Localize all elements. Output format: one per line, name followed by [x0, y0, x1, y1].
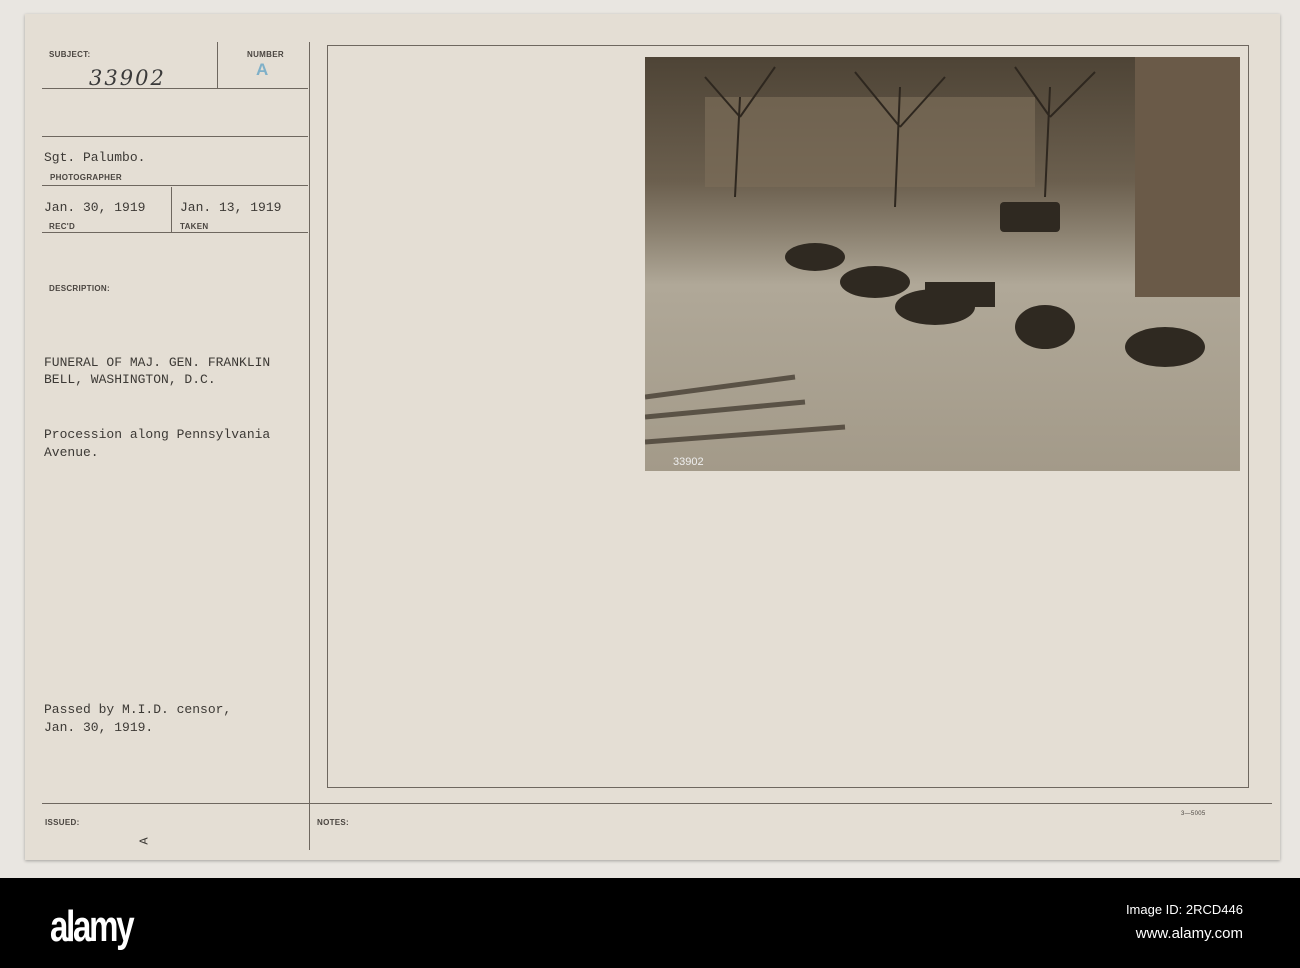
number-stamp: A: [256, 60, 269, 79]
description-title: FUNERAL OF MAJ. GEN. FRANKLIN BELL, WASH…: [44, 355, 271, 387]
form-number: 3—5005: [1181, 811, 1206, 817]
divider: [42, 136, 308, 137]
divider: [42, 803, 1272, 804]
photo-scene: 33902: [645, 57, 1240, 468]
divider: [42, 185, 308, 186]
subject-number: 33902: [89, 66, 166, 90]
alamy-url[interactable]: www.alamy.com: [1136, 925, 1243, 942]
brick-building: [1135, 57, 1240, 297]
divider: [171, 187, 172, 232]
taken-label: TAKEN: [180, 222, 209, 231]
issued-label: ISSUED:: [45, 818, 80, 827]
notes-label: NOTES:: [317, 818, 350, 827]
description-label: DESCRIPTION:: [49, 284, 110, 293]
divider: [42, 232, 308, 233]
photographer-label: PHOTOGRAPHER: [50, 173, 122, 182]
subject-label: SUBJECT:: [49, 50, 91, 59]
image-id: Image ID: 2RCD446: [1125, 902, 1243, 917]
taken-date: Jan. 13, 1919: [180, 200, 282, 215]
shadows: [645, 374, 846, 445]
divider: [217, 42, 218, 88]
description-body: Procession along Pennsylvania Avenue.: [44, 427, 271, 460]
procession-photograph: 33902: [645, 57, 1240, 471]
issued-mark: A: [137, 837, 152, 845]
divider: [309, 42, 310, 850]
photo-caption: 33902: [673, 456, 704, 468]
received-date: Jan. 30, 1919: [44, 200, 146, 215]
photographer-name: Sgt. Palumbo.: [44, 150, 146, 165]
alamy-logo: alamy: [50, 902, 135, 951]
alamy-footer: alamy Image ID: 2RCD446 www.alamy.com: [0, 878, 1300, 968]
received-label: REC'D: [49, 222, 76, 231]
background-buildings: [705, 97, 1035, 187]
divider: [42, 88, 308, 89]
censor-note: Passed by M.I.D. censor, Jan. 30, 1919.: [44, 702, 232, 735]
number-label: NUMBER: [247, 50, 284, 59]
